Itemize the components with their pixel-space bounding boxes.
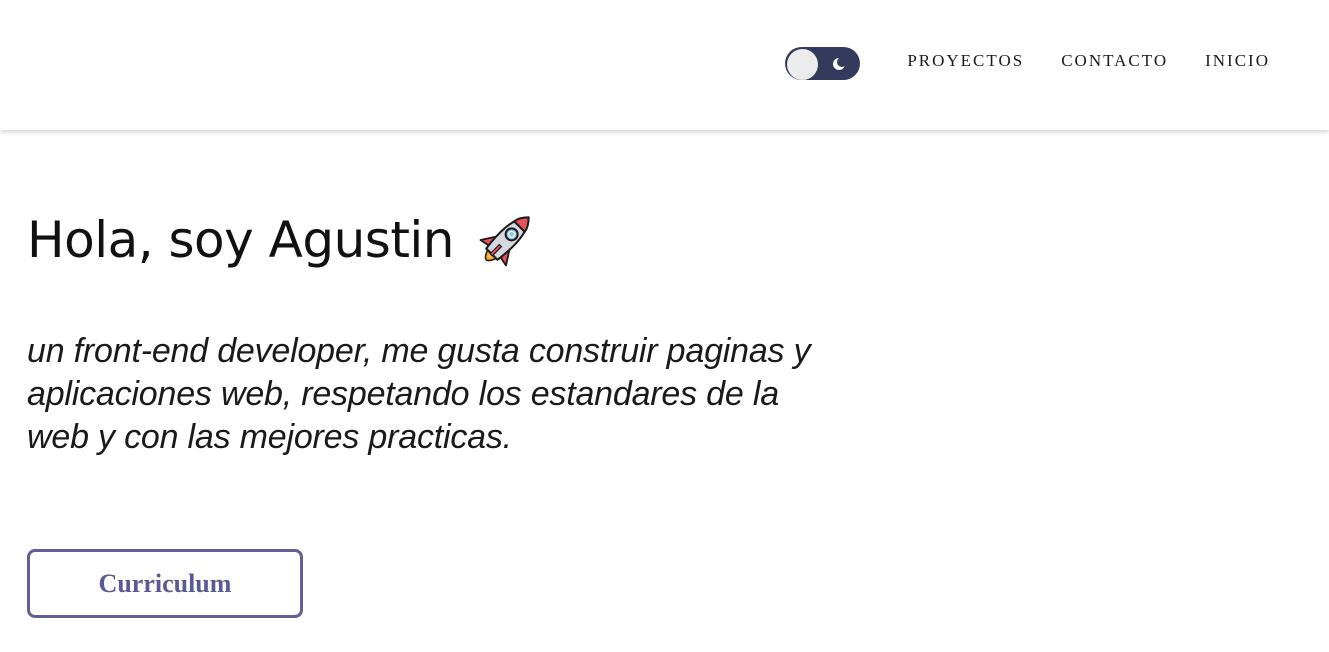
rocket-icon <box>479 216 530 267</box>
curriculum-button[interactable]: Curriculum <box>27 549 303 618</box>
nav-link-contacto[interactable]: CONTACTO <box>1061 50 1168 72</box>
nav-link-inicio[interactable]: INICIO <box>1205 50 1270 72</box>
site-header: PROYECTOS CONTACTO INICIO <box>0 0 1329 130</box>
moon-icon <box>833 57 847 70</box>
toggle-knob <box>787 49 818 80</box>
hero-description: un front-end developer, me gusta constru… <box>27 332 811 456</box>
hero-title-row: Hola, soy Agustin <box>27 204 542 276</box>
main-nav: PROYECTOS CONTACTO INICIO <box>907 50 1270 72</box>
theme-toggle[interactable] <box>785 47 860 80</box>
nav-link-proyectos[interactable]: PROYECTOS <box>907 50 1024 72</box>
hero-title: Hola, soy Agustin <box>27 211 455 269</box>
